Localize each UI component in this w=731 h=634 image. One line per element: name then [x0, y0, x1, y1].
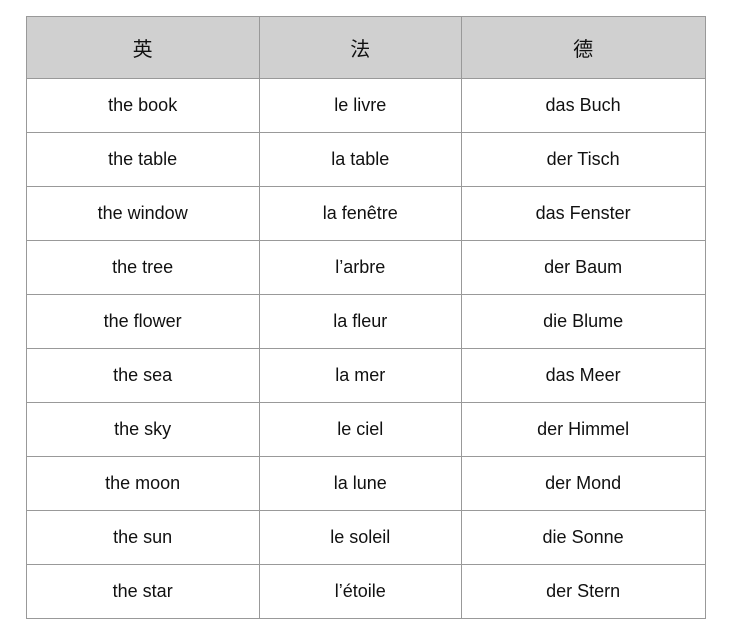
cell-german-0: das Buch [461, 78, 705, 132]
table-body: the bookle livredas Buchthe tablela tabl… [26, 78, 705, 618]
table-row: the sunle soleildie Sonne [26, 510, 705, 564]
table-row: the starl’étoileder Stern [26, 564, 705, 618]
cell-german-9: der Stern [461, 564, 705, 618]
translation-table-container: 英 法 德 the bookle livredas Buchthe tablel… [26, 16, 706, 619]
cell-french-8: le soleil [259, 510, 461, 564]
cell-english-4: the flower [26, 294, 259, 348]
table-row: the seala merdas Meer [26, 348, 705, 402]
header-french: 法 [259, 16, 461, 78]
cell-english-8: the sun [26, 510, 259, 564]
table-row: the windowla fenêtredas Fenster [26, 186, 705, 240]
cell-german-4: die Blume [461, 294, 705, 348]
table-row: the flowerla fleurdie Blume [26, 294, 705, 348]
cell-english-2: the window [26, 186, 259, 240]
table-row: the tablela tableder Tisch [26, 132, 705, 186]
cell-french-4: la fleur [259, 294, 461, 348]
cell-french-5: la mer [259, 348, 461, 402]
cell-french-0: le livre [259, 78, 461, 132]
cell-english-3: the tree [26, 240, 259, 294]
cell-german-3: der Baum [461, 240, 705, 294]
cell-german-1: der Tisch [461, 132, 705, 186]
cell-french-3: l’arbre [259, 240, 461, 294]
cell-english-0: the book [26, 78, 259, 132]
header-row: 英 法 德 [26, 16, 705, 78]
cell-german-7: der Mond [461, 456, 705, 510]
cell-german-8: die Sonne [461, 510, 705, 564]
cell-french-6: le ciel [259, 402, 461, 456]
table-row: the treel’arbreder Baum [26, 240, 705, 294]
cell-english-7: the moon [26, 456, 259, 510]
table-row: the skyle cielder Himmel [26, 402, 705, 456]
translation-table: 英 法 德 the bookle livredas Buchthe tablel… [26, 16, 706, 619]
cell-french-1: la table [259, 132, 461, 186]
cell-english-9: the star [26, 564, 259, 618]
cell-german-6: der Himmel [461, 402, 705, 456]
cell-french-7: la lune [259, 456, 461, 510]
cell-german-2: das Fenster [461, 186, 705, 240]
cell-english-6: the sky [26, 402, 259, 456]
cell-english-1: the table [26, 132, 259, 186]
cell-english-5: the sea [26, 348, 259, 402]
table-row: the moonla luneder Mond [26, 456, 705, 510]
header-english: 英 [26, 16, 259, 78]
table-row: the bookle livredas Buch [26, 78, 705, 132]
header-german: 德 [461, 16, 705, 78]
table-header: 英 法 德 [26, 16, 705, 78]
cell-french-9: l’étoile [259, 564, 461, 618]
cell-french-2: la fenêtre [259, 186, 461, 240]
cell-german-5: das Meer [461, 348, 705, 402]
